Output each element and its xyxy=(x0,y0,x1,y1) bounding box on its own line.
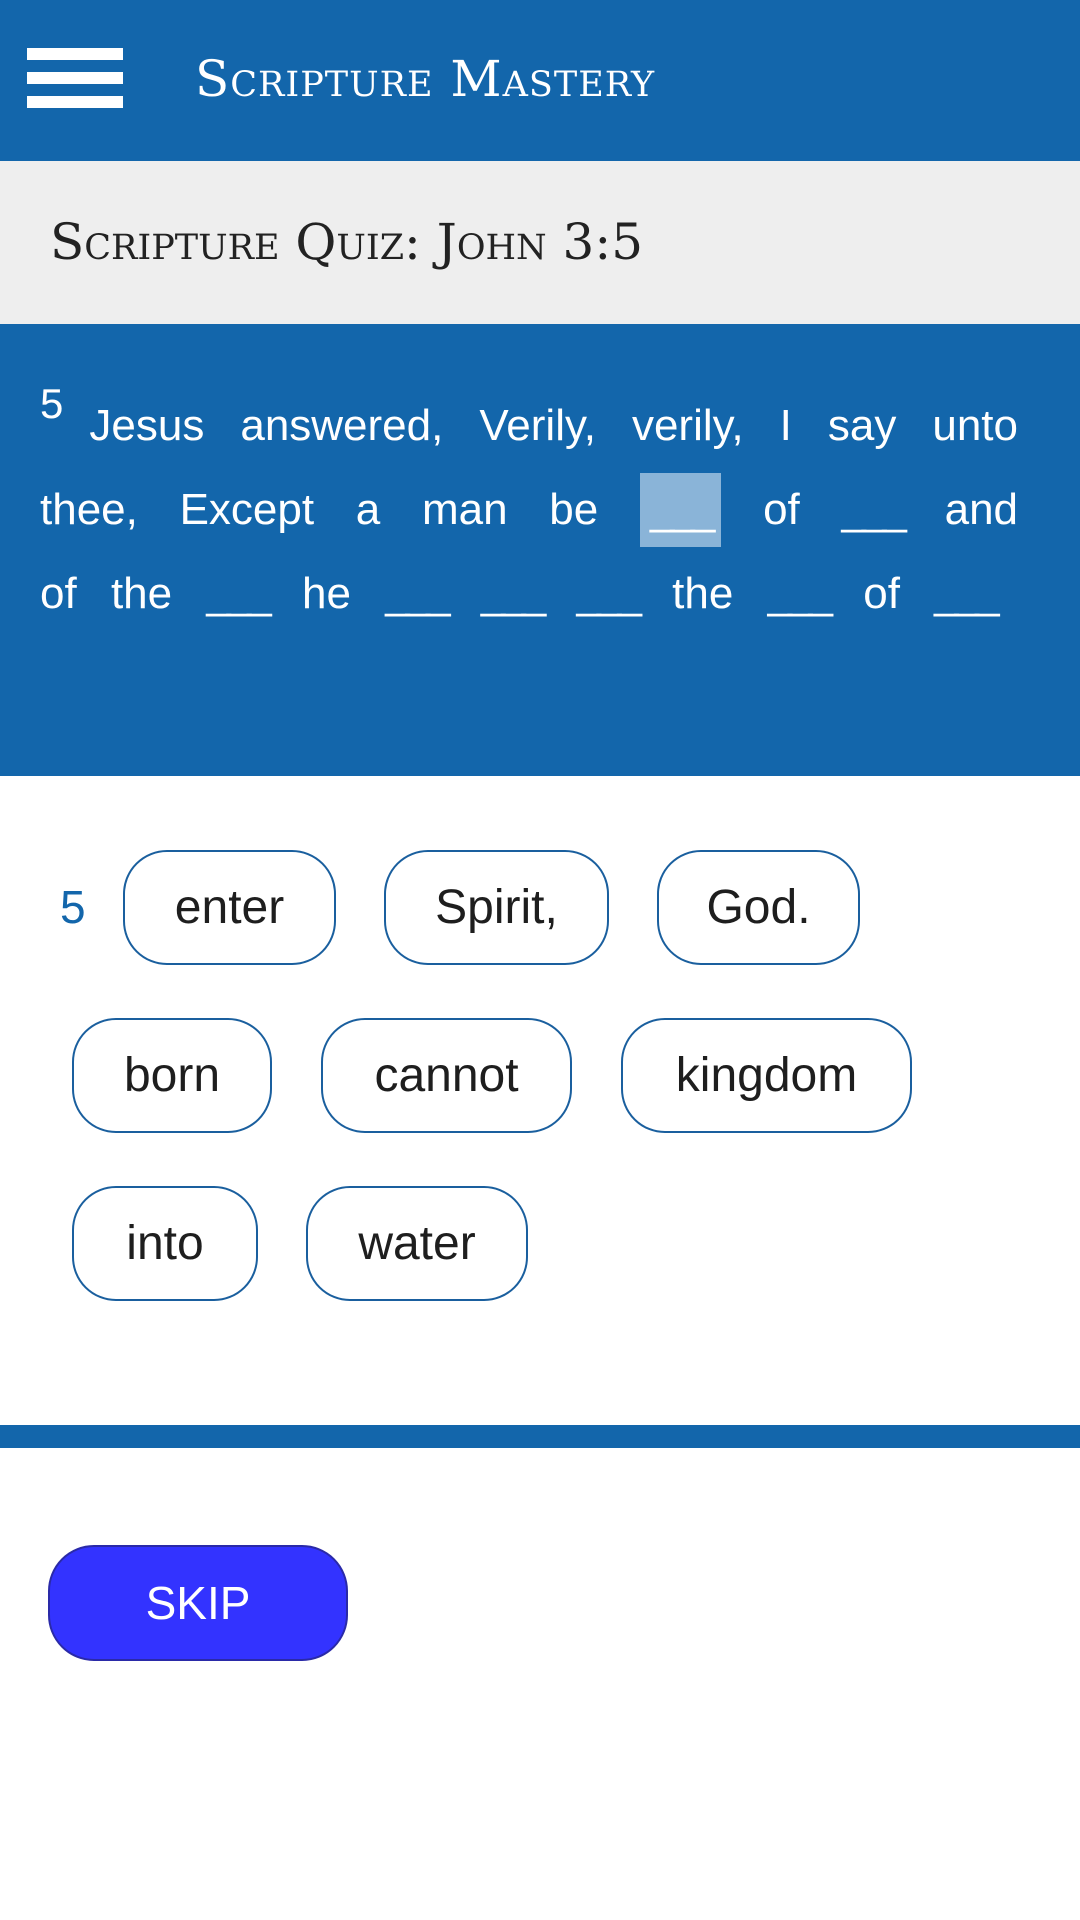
verse-number: 5 xyxy=(40,380,64,427)
verse-word: thee, xyxy=(40,485,138,534)
verse-word: of xyxy=(40,569,77,618)
verse-word: man xyxy=(421,485,508,534)
app-title: Scripture Mastery xyxy=(195,50,656,108)
verse-word: he xyxy=(302,569,351,618)
blank[interactable]: ___ xyxy=(206,552,271,636)
verse-word: the xyxy=(110,569,173,618)
verse-word: Verily, xyxy=(479,401,596,450)
verse-panel: 5 Jesus answered, Verily, verily, I say … xyxy=(0,324,1080,776)
active-blank[interactable]: ___ xyxy=(639,473,722,547)
verse-word: the xyxy=(672,569,734,618)
verse-word: Jesus xyxy=(89,401,205,450)
word-chip[interactable]: born xyxy=(72,1018,272,1133)
verse-text: 5 Jesus answered, Verily, verily, I say … xyxy=(40,380,1040,636)
blank[interactable]: ___ xyxy=(385,552,450,636)
word-chip[interactable]: into xyxy=(72,1186,258,1301)
hamburger-menu-icon[interactable] xyxy=(27,48,123,108)
word-chip[interactable]: God. xyxy=(657,850,860,965)
word-chip[interactable]: cannot xyxy=(321,1018,572,1133)
verse-word: of xyxy=(863,569,900,618)
verse-word: verily, xyxy=(631,401,744,450)
quiz-title: Scripture Quiz: John 3:5 xyxy=(50,213,644,271)
word-chip[interactable]: Spirit, xyxy=(384,850,609,965)
word-chip[interactable]: water xyxy=(306,1186,528,1301)
blank[interactable]: ___ xyxy=(934,552,999,636)
quiz-title-band: Scripture Quiz: John 3:5 xyxy=(0,161,1080,324)
verse-word: of xyxy=(763,485,800,534)
blank[interactable]: ___ xyxy=(768,552,833,636)
verse-word: answered, xyxy=(240,401,444,450)
verse-word: and xyxy=(944,485,1019,534)
word-bank-verse-number: 5 xyxy=(60,881,86,933)
word-chip[interactable]: enter xyxy=(123,850,336,965)
skip-button[interactable]: SKIP xyxy=(48,1545,348,1661)
verse-word: I xyxy=(779,401,792,450)
app-header: Scripture Mastery xyxy=(0,0,1080,161)
word-chip[interactable]: kingdom xyxy=(621,1018,912,1133)
verse-word: say xyxy=(827,401,897,450)
verse-word: unto xyxy=(932,401,1018,450)
blank[interactable]: ___ xyxy=(481,552,546,636)
section-divider xyxy=(0,1425,1080,1448)
verse-word: a xyxy=(355,485,381,534)
verse-word: be xyxy=(549,485,599,534)
blank[interactable]: ___ xyxy=(841,468,906,552)
verse-word: Except xyxy=(179,485,315,534)
blank[interactable]: ___ xyxy=(577,552,642,636)
